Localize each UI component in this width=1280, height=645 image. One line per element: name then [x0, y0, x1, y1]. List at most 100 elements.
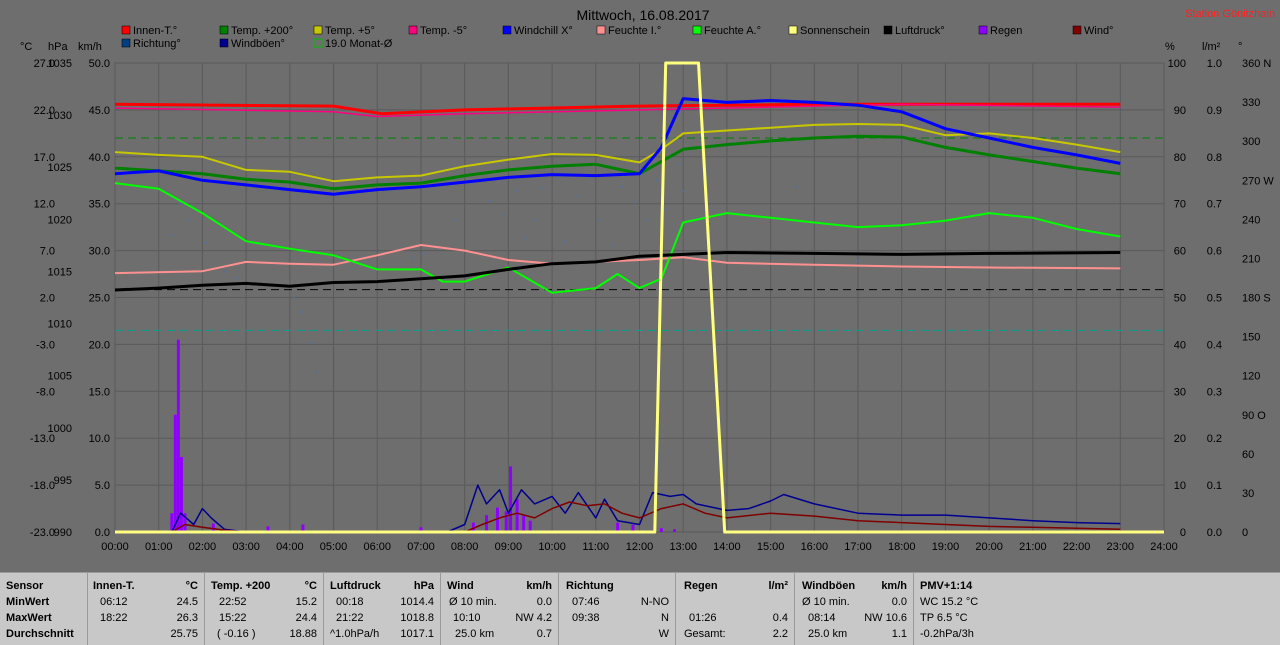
rain-bar	[522, 515, 526, 532]
stats-temp200-avg-value: 18.88	[289, 628, 317, 640]
direction-point	[411, 257, 414, 260]
stats-innen-min-time: 06:12	[100, 596, 128, 608]
legend-temp-5-swatch	[408, 25, 418, 35]
stats-richtung-min-value: N-NO	[640, 596, 669, 608]
stats-windboen-min-value: 0.0	[891, 596, 907, 608]
stats-min-label: MinWert	[6, 596, 50, 608]
hpa-tick-label: 1025	[48, 162, 72, 174]
hpa-tick-label: 1010	[48, 319, 72, 331]
rain-bar	[173, 414, 177, 532]
hpa-tick-label: 1000	[48, 423, 72, 435]
stats-windboen-avg-value: 1.1	[891, 628, 907, 640]
legend-temp-200-label: Temp. +200°	[231, 25, 293, 37]
direction-point	[564, 240, 567, 243]
stats-windboen-distance: 25.0 km	[808, 628, 848, 640]
legend-regen-swatch	[978, 25, 988, 35]
celsius-tick-label: -23.0	[30, 527, 55, 539]
legend-innen-t-label: Innen-T.°	[133, 25, 177, 37]
deg-tick-label: 180 S	[1242, 293, 1271, 305]
stats-luftdruck-min-value: 1014.4	[400, 596, 434, 608]
hpa-tick-label: 1035	[48, 58, 72, 70]
stats-innen-max-value: 26.3	[176, 612, 198, 624]
percent-tick-label: 70	[1174, 199, 1186, 211]
stats-pmv-pressure-trend: -0.2hPa/3h	[920, 628, 974, 640]
x-tick-label: 12:00	[626, 541, 654, 553]
stats-pmv-header: PMV+1:14	[920, 580, 973, 592]
celsius-tick-label: 12.0	[34, 199, 55, 211]
x-tick-label: 14:00	[713, 541, 741, 553]
direction-point	[655, 179, 658, 182]
rain-bar	[504, 511, 508, 532]
x-tick-label: 02:00	[189, 541, 217, 553]
stats-temp200-min-value: 15.2	[295, 596, 317, 608]
percent-tick-label: 100	[1168, 58, 1186, 70]
lm2-tick-label: 0.3	[1207, 386, 1222, 398]
stats-temp200-max-value: 24.4	[295, 612, 317, 624]
direction-point	[454, 218, 457, 221]
kmh-tick-label: 35.0	[89, 199, 110, 211]
celsius-tick-label: -13.0	[30, 433, 55, 445]
stats-temp200-trend: ( -0.16 )	[217, 628, 256, 640]
direction-point	[315, 370, 318, 373]
stats-luftdruck-header: Luftdruck	[330, 580, 381, 592]
hpa-tick-label: 995	[54, 475, 72, 487]
x-tick-label: 17:00	[844, 541, 872, 553]
direction-point	[555, 176, 558, 179]
legend-windb-en-label: Windböen°	[231, 38, 285, 50]
legend-feuchte-a-label: Feuchte A.°	[704, 25, 761, 37]
legend: Innen-T.° Temp. +200° Temp. +5° Temp. -5° Wi…	[121, 25, 1113, 50]
stats-avg-label: Durchschnitt	[6, 628, 74, 640]
legend-feuchte-a-swatch	[692, 25, 702, 35]
celsius-tick-label: -3.0	[36, 339, 55, 351]
percent-tick-label: 0	[1180, 527, 1186, 539]
percent-tick-label: 40	[1174, 339, 1186, 351]
x-tick-label: 13:00	[669, 541, 697, 553]
legend-temp-5-label: Temp. +5°	[325, 25, 375, 37]
hpa-unit-label: hPa	[48, 41, 68, 53]
x-tick-label: 00:00	[101, 541, 129, 553]
stats-sensor-header: Sensor	[6, 580, 44, 592]
stats-wind-min-value: 0.0	[536, 596, 552, 608]
hpa-tick-label: 1030	[48, 110, 72, 122]
x-tick-label: 16:00	[801, 541, 829, 553]
stats-luftdruck-min-time: 00:18	[336, 596, 364, 608]
legend-temp-200-swatch	[219, 25, 229, 35]
deg-tick-label: 330	[1242, 97, 1260, 109]
direction-point	[682, 189, 685, 192]
stats-temp200-unit: °C	[304, 580, 317, 592]
percent-tick-label: 50	[1174, 293, 1186, 305]
x-tick-label: 11:00	[582, 541, 609, 553]
kmh-tick-label: 15.0	[89, 386, 110, 398]
direction-point	[533, 219, 536, 222]
stats-richtung-min-time: 07:46	[572, 596, 600, 608]
stats-windboen-min-label: Ø 10 min.	[802, 596, 850, 608]
stats-col-wind: Wind km/h Ø 10 min. 0.0 10:10 NW 4.2 25.…	[441, 573, 559, 645]
direction-point	[612, 244, 615, 247]
legend-sonnenschein-swatch	[788, 25, 798, 35]
stats-innen-header: Innen-T.	[93, 580, 135, 592]
direction-point	[223, 270, 226, 273]
direction-point	[664, 207, 667, 210]
stats-luftdruck-max-time: 21:22	[336, 612, 364, 624]
stats-luftdruck-unit: hPa	[413, 580, 434, 592]
stats-richtung-header: Richtung	[566, 580, 614, 592]
celsius-tick-label: -8.0	[36, 386, 55, 398]
statistics-panel: Sensor MinWert MaxWert Durchschnitt Inne…	[0, 572, 1280, 645]
hpa-tick-label: 1020	[48, 214, 72, 226]
x-tick-label: 01:00	[145, 541, 173, 553]
direction-point	[424, 252, 427, 255]
direction-point	[795, 185, 798, 188]
deg-tick-label: 150	[1242, 332, 1260, 344]
rain-bar	[515, 499, 519, 532]
x-tick-label: 24:00	[1150, 541, 1178, 553]
direction-point	[205, 241, 208, 244]
rain-bar	[672, 529, 676, 532]
lm2-tick-label: 0.5	[1207, 293, 1222, 305]
stats-richtung-max-value: N	[661, 612, 669, 624]
legend-luftdruck-swatch	[883, 25, 893, 35]
legend-19-0-monat-swatch	[313, 38, 323, 48]
kmh-tick-label: 0.0	[95, 527, 110, 539]
legend-richtung-label: Richtung°	[133, 38, 181, 50]
stats-max-label: MaxWert	[6, 612, 52, 624]
percent-tick-label: 10	[1174, 480, 1186, 492]
